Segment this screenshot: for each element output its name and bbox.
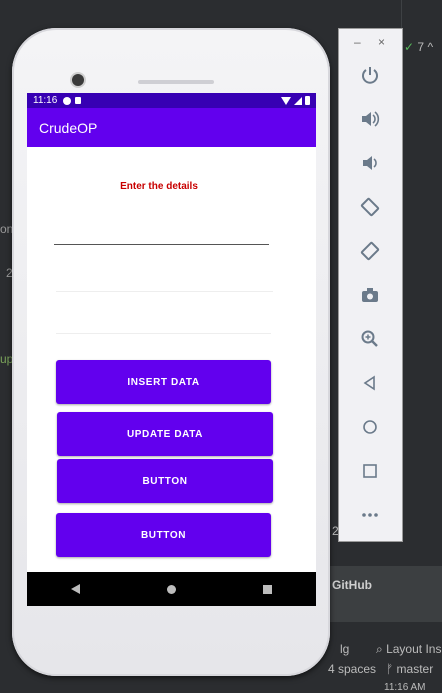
chevron-up-icon: ^ <box>427 40 434 54</box>
more-icon[interactable] <box>358 503 382 527</box>
phone-screen: 11:16 CrudeOP Enter the details INSERT D… <box>27 93 316 606</box>
indent-setting[interactable]: 4 spaces <box>328 662 376 676</box>
rotate-left-icon[interactable] <box>358 195 382 219</box>
app-bar: CrudeOP <box>27 108 316 147</box>
details-label: Enter the details <box>120 181 198 192</box>
emulator-toolbar: – × <box>338 28 403 542</box>
ide-github-bar <box>318 566 442 622</box>
back-icon[interactable] <box>358 371 382 395</box>
layout-inspector-icon: ⌕ <box>376 642 383 656</box>
layout-inspector-label: Layout Inspe <box>386 642 442 656</box>
camera-icon <box>72 74 84 86</box>
emulator-toolbar-header: – × <box>339 35 402 51</box>
wifi-icon <box>281 96 291 105</box>
git-branch[interactable]: ᚠ master <box>386 662 433 676</box>
input-field-2[interactable] <box>56 291 273 292</box>
button-2[interactable]: BUTTON <box>56 513 271 557</box>
button-1[interactable]: BUTTON <box>57 459 273 503</box>
app-content: Enter the details INSERT DATA UPDATE DAT… <box>27 147 316 571</box>
minimize-button[interactable]: – <box>354 35 361 49</box>
layout-inspector-tab[interactable]: ⌕ Layout Inspe <box>376 642 442 657</box>
power-icon[interactable] <box>358 63 382 87</box>
zoom-icon[interactable] <box>358 327 382 351</box>
status-time: 11:16 <box>33 95 58 106</box>
overview-icon[interactable] <box>358 459 382 483</box>
inspection-count: 7 <box>417 40 425 54</box>
ide-inspection-widget[interactable]: ✓ 7 ^ <box>404 40 433 54</box>
close-button[interactable]: × <box>378 35 385 49</box>
input-field-1[interactable] <box>54 244 269 245</box>
nav-recents-icon[interactable] <box>263 584 273 594</box>
rotate-right-icon[interactable] <box>358 239 382 263</box>
input-field-3[interactable] <box>56 333 271 334</box>
github-tab[interactable]: GitHub <box>332 578 372 592</box>
earpiece-speaker <box>138 80 214 84</box>
app-title: CrudeOP <box>39 119 98 136</box>
signal-icon <box>294 96 302 105</box>
sd-card-icon <box>75 97 82 104</box>
status-bar: 11:16 <box>27 93 316 108</box>
volume-up-icon[interactable] <box>358 107 382 131</box>
notification-icon <box>63 96 72 105</box>
ide-fragment: lg <box>340 642 350 656</box>
camera-icon[interactable] <box>358 283 382 307</box>
check-icon: ✓ <box>404 40 415 54</box>
nav-back-icon[interactable] <box>70 584 80 594</box>
volume-down-icon[interactable] <box>358 151 382 175</box>
insert-data-button[interactable]: INSERT DATA <box>56 360 271 404</box>
nav-home-icon[interactable] <box>166 584 176 594</box>
branch-name: master <box>396 662 434 676</box>
navigation-bar <box>27 572 316 606</box>
branch-icon: ᚠ <box>386 662 394 676</box>
home-icon[interactable] <box>358 415 382 439</box>
battery-icon <box>305 96 310 105</box>
update-data-button[interactable]: UPDATE DATA <box>57 412 273 456</box>
